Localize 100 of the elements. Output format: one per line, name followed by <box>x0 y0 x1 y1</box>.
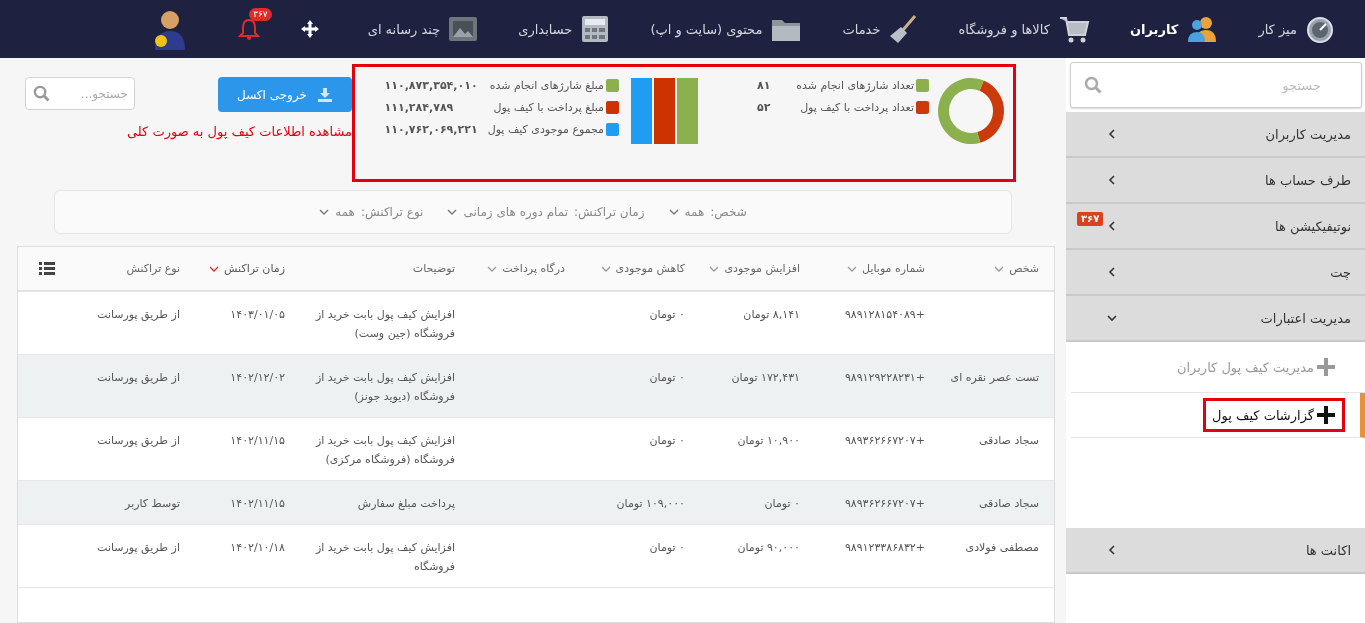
list-icon[interactable] <box>38 262 55 275</box>
column-header: نوع تراکنش <box>125 262 181 275</box>
menu-item[interactable]: چت <box>1066 250 1365 296</box>
caret-icon <box>319 208 330 216</box>
table-cell: ۸,۱۴۱ تومان <box>743 308 800 321</box>
legend-value: ۵۲ <box>757 101 771 114</box>
bell-icon[interactable] <box>237 18 260 40</box>
table-cell: ۰ تومان <box>649 371 685 384</box>
table-cell: ۰ تومان <box>764 497 800 510</box>
table-cell: ۱۴۰۲/۱۰/۱۸ <box>230 541 285 554</box>
menu-item[interactable]: نوتیفیکیشن ها ۳۶۷ <box>1066 204 1365 250</box>
table-cell: سجاد صادقی <box>978 497 1039 510</box>
move-icon[interactable] <box>299 19 320 39</box>
caret-icon <box>447 208 458 216</box>
nav-item[interactable]: چند رسانه ای <box>367 16 479 42</box>
image-icon <box>448 16 479 42</box>
sort-caret-icon <box>600 264 611 273</box>
table-cell: ۱۴۰۲/۱۱/۱۵ <box>230 497 285 510</box>
chevron-left-icon <box>1106 174 1118 186</box>
column-header[interactable]: کاهش موجودی <box>580 262 700 275</box>
legend-label: تعداد شارژهای انجام شده <box>795 79 914 92</box>
legend-value: ۱۱۱,۲۸۴,۷۸۹ <box>384 101 454 114</box>
table-cell: ۱۷۲,۴۳۱ تومان <box>731 371 800 384</box>
plus-icon <box>1316 405 1336 425</box>
table-cell: +۹۸۹۱۲۳۳۸۶۸۳۲ <box>844 541 925 554</box>
sort-caret-icon <box>209 264 220 273</box>
chevron-left-icon <box>1106 128 1118 140</box>
gauge-icon <box>1305 15 1335 43</box>
search-field[interactable]: جستجو <box>1070 62 1362 108</box>
table-cell: توسط کاربر <box>125 497 180 510</box>
table-cell: سجاد صادقی <box>978 434 1039 447</box>
brush-icon <box>888 14 919 44</box>
users-icon <box>1186 15 1219 43</box>
table-cell: +۹۸۹۳۶۲۶۶۷۲۰۷ <box>844 497 925 510</box>
table-cell: پرداخت مبلغ سفارش <box>357 497 455 510</box>
sort-caret-icon <box>994 264 1005 273</box>
table-cell: +۹۸۹۱۲۸۱۵۴۰۸۹ <box>844 308 925 321</box>
menu-item[interactable]: مدیریت اعتبارات <box>1066 296 1365 342</box>
filter-dropdown[interactable]: شخص: همه <box>668 205 747 219</box>
column-header[interactable]: درگاه پرداخت <box>470 262 580 275</box>
table-cell: ۰ تومان <box>649 308 685 321</box>
filter-dropdown[interactable]: نوع تراکنش: همه <box>319 205 424 219</box>
table-cell: تست عصر نقره ای <box>950 371 1039 384</box>
count-badge: ۳۶۷ <box>1077 212 1104 226</box>
legend-label: مبلغ پرداخت با کیف پول <box>492 101 604 114</box>
legend-value: ۱۱۰,۸۷۳,۳۵۴,۰۱۰ <box>384 79 478 92</box>
table-cell: ۱۴۰۳/۰۱/۰۵ <box>230 308 285 321</box>
filter-dropdown[interactable]: زمان تراکنش: تمام دوره های زمانی <box>447 205 645 219</box>
submenu-item[interactable]: گزارشات کیف پول <box>1071 393 1365 438</box>
table-cell: ۰ تومان <box>649 434 685 447</box>
legend-value: ۸۱ <box>757 79 771 92</box>
table-cell: از طریق پورسانت <box>97 308 180 321</box>
sort-caret-icon <box>847 264 858 273</box>
nav-item[interactable]: خدمات <box>842 14 919 44</box>
table-cell: ۱۴۰۲/۱۲/۰۲ <box>230 371 285 384</box>
column-header[interactable]: افزایش موجودی <box>700 262 815 275</box>
download-icon <box>316 87 333 102</box>
chevron-down-icon <box>1106 312 1118 324</box>
table-cell: از طریق پورسانت <box>97 541 180 554</box>
menu-item[interactable]: اکانت ها <box>1066 528 1365 574</box>
sort-caret-icon <box>487 264 498 273</box>
annotation-text: مشاهده اطلاعات کیف پول به صورت کلی <box>126 124 352 139</box>
caret-icon <box>668 208 679 216</box>
cart-icon <box>1057 15 1090 43</box>
table-cell: افزایش کیف پول بابت خرید از فروشگاه <box>315 541 455 573</box>
table-cell: از طریق پورسانت <box>97 371 180 384</box>
highlight-frame: گزارشات کیف پول <box>1203 398 1345 432</box>
nav-item[interactable]: میز کار <box>1258 15 1335 43</box>
nav-item[interactable]: حسابداری <box>518 14 611 44</box>
column-header: توضیحات <box>411 262 456 275</box>
column-header[interactable]: زمان تراکنش <box>195 262 300 275</box>
menu-item[interactable]: مدیریت کاربران <box>1066 112 1365 158</box>
search-icon <box>1084 76 1102 94</box>
chevron-left-icon <box>1106 544 1118 556</box>
table-cell: از طریق پورسانت <box>97 434 180 447</box>
legend-label: تعداد پرداخت با کیف پول <box>799 101 914 114</box>
table-cell: ۱۰,۹۰۰ تومان <box>737 434 800 447</box>
table-cell: افزایش کیف پول بابت خرید از فروشگاه (فروشگاه مرکزی) <box>315 434 455 466</box>
column-header[interactable]: شخص <box>940 262 1054 275</box>
nav-item[interactable]: محتوی (سایت و اپ) <box>650 15 803 43</box>
table-cell: +۹۸۹۳۶۲۶۶۷۲۰۷ <box>844 434 925 447</box>
table-cell: ۹۰,۰۰۰ تومان <box>737 541 800 554</box>
search-field[interactable]: جستجو... <box>25 77 135 110</box>
chevron-left-icon <box>1106 220 1118 232</box>
legend-label: مجموع موجودی کیف پول <box>487 123 604 136</box>
column-header[interactable]: شماره موبایل <box>815 262 940 275</box>
table-cell: ۱۰۹,۰۰۰ تومان <box>616 497 685 510</box>
table-cell: ۱۴۰۲/۱۱/۱۵ <box>230 434 285 447</box>
table-cell: مصطفی فولادی <box>965 541 1039 554</box>
nav-item[interactable]: کاربران <box>1129 15 1219 43</box>
nav-item[interactable]: کالاها و فروشگاه <box>958 15 1090 43</box>
notification-badge: ۳۶۷ <box>249 8 272 21</box>
table-cell: +۹۸۹۱۲۹۲۲۸۲۳۱ <box>844 371 925 384</box>
bars-drawing <box>629 77 699 145</box>
plus-icon <box>1316 357 1336 377</box>
menu-item[interactable]: طرف حساب ها <box>1066 158 1365 204</box>
table-cell: ۰ تومان <box>649 541 685 554</box>
legend-label: مبلغ شارژهای انجام شده <box>488 79 604 92</box>
sort-caret-icon <box>709 264 720 273</box>
chevron-left-icon <box>1106 266 1118 278</box>
